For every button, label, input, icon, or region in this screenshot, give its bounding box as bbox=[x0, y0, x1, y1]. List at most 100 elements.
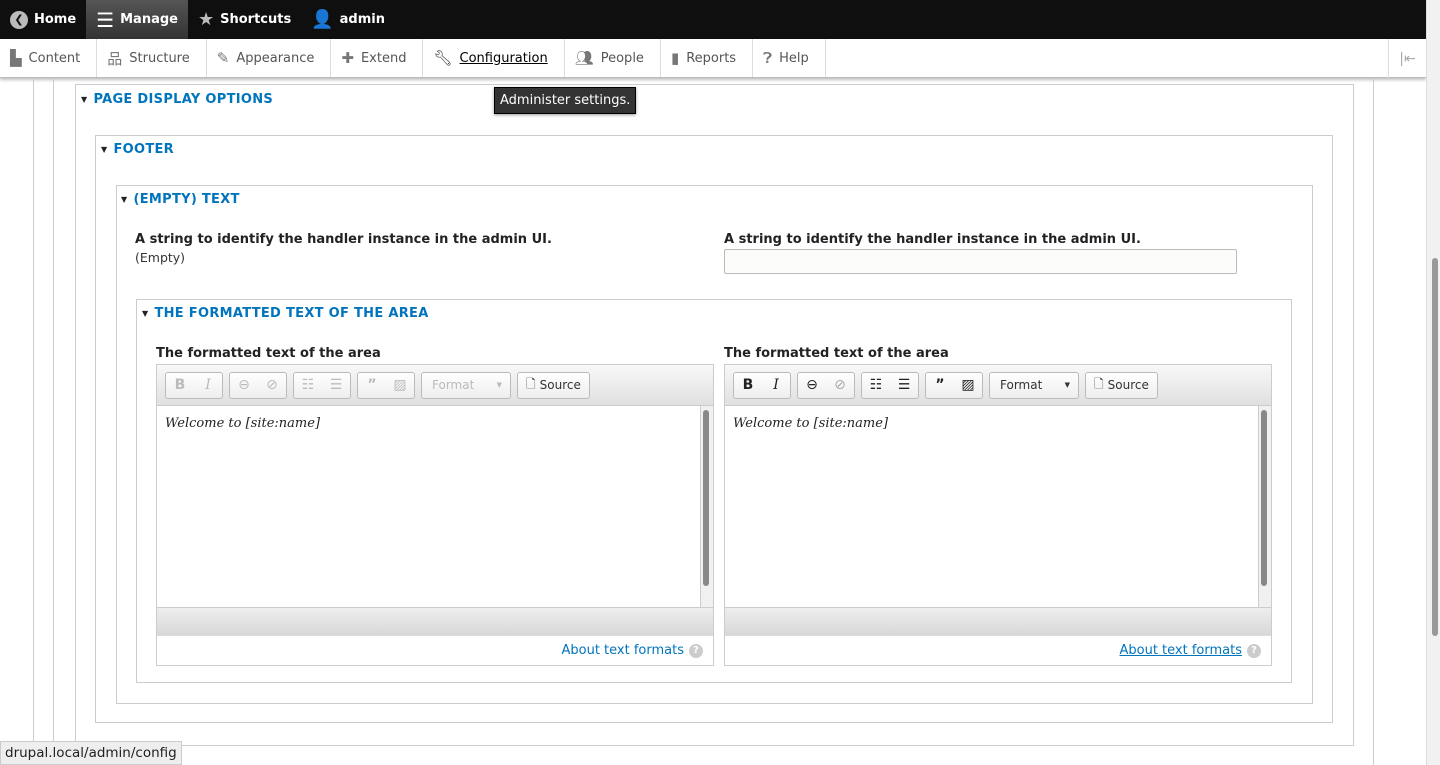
help-icon: ? bbox=[1247, 643, 1261, 658]
footer-toggle[interactable]: ▼ FOOTER bbox=[101, 142, 174, 157]
caret-down-icon: ▼ bbox=[81, 95, 88, 104]
home-link[interactable]: ❮ Home bbox=[0, 0, 86, 39]
toolbar-group: ” ▨ bbox=[925, 371, 983, 399]
tray-item-people[interactable]: 👥︎ People bbox=[565, 39, 661, 77]
numbered-list-icon[interactable]: ☰ bbox=[890, 377, 918, 393]
tray-label: Reports bbox=[686, 50, 737, 66]
tray-item-extend[interactable]: ✚ Extend bbox=[331, 39, 424, 77]
editor-label: The formatted text of the area bbox=[724, 346, 949, 361]
bold-icon[interactable]: B bbox=[166, 377, 194, 393]
tray-label: Extend bbox=[360, 50, 407, 66]
editor-scrollbar-thumb[interactable] bbox=[703, 410, 709, 586]
tray-item-help[interactable]: ❓︎ Help bbox=[753, 39, 826, 77]
tray-item-reports[interactable]: ▮ Reports bbox=[661, 39, 754, 77]
tray-label: Configuration bbox=[459, 50, 548, 66]
manage-tab[interactable]: ☰ Manage bbox=[86, 0, 188, 39]
link-icon[interactable]: ⊖ bbox=[798, 377, 826, 393]
scrollbar-thumb[interactable] bbox=[1432, 258, 1438, 636]
tray-label: Content bbox=[28, 50, 81, 66]
divider bbox=[53, 78, 54, 765]
collapse-tray-button[interactable]: |⇤ bbox=[1388, 39, 1426, 78]
unlink-icon[interactable]: ⊘ bbox=[826, 377, 854, 393]
toolbar-group: ☷ ☰ bbox=[293, 371, 351, 399]
link-status-bar: drupal.local/admin/config bbox=[0, 741, 182, 765]
bold-icon[interactable]: B bbox=[734, 377, 762, 393]
tray-label: Help bbox=[779, 50, 809, 66]
editor-scrollbar-thumb[interactable] bbox=[1261, 410, 1267, 586]
image-icon[interactable]: ▨ bbox=[954, 377, 982, 393]
user-label: admin bbox=[339, 12, 385, 27]
tray-item-structure[interactable]: 品 Structure bbox=[97, 39, 207, 77]
editor-content[interactable]: Welcome to [site:name] bbox=[157, 406, 713, 607]
italic-icon[interactable]: I bbox=[762, 377, 790, 393]
admin-label-value: (Empty) bbox=[135, 250, 186, 265]
bulleted-list-icon[interactable]: ☷ bbox=[862, 377, 890, 393]
help-icon: ? bbox=[689, 643, 703, 658]
source-button[interactable]: 🗋︎ Source bbox=[517, 371, 590, 399]
toolbar-group: BI bbox=[165, 371, 223, 399]
bulleted-list-icon[interactable]: ☷ bbox=[294, 377, 322, 393]
about-text-formats-link[interactable]: About text formats bbox=[1119, 643, 1242, 658]
bar-chart-icon: ▮ bbox=[670, 49, 680, 67]
tray-item-appearance[interactable]: ✎ Appearance bbox=[207, 39, 332, 77]
source-label: Source bbox=[539, 378, 581, 392]
format-label: Format bbox=[1000, 378, 1043, 392]
page-display-toggle[interactable]: ▼ PAGE DISPLAY OPTIONS bbox=[81, 92, 273, 107]
menu-icon: ☰ bbox=[96, 7, 115, 32]
shortcuts-tab[interactable]: ★ Shortcuts bbox=[188, 0, 301, 39]
empty-text-toggle[interactable]: ▼ (EMPTY) TEXT bbox=[121, 192, 240, 207]
wrench-icon: 🔧︎ bbox=[433, 49, 453, 67]
tray-label: Appearance bbox=[236, 50, 315, 66]
editor-label: The formatted text of the area bbox=[156, 346, 381, 361]
people-icon: 👥︎ bbox=[574, 49, 594, 67]
section-title: (EMPTY) TEXT bbox=[133, 192, 240, 207]
paintbrush-icon: ✎ bbox=[216, 49, 230, 67]
toolbar-group: BI bbox=[733, 371, 791, 399]
tray-item-configuration[interactable]: 🔧︎ Configuration bbox=[423, 39, 565, 77]
tray-item-content[interactable]: ▙ Content bbox=[0, 39, 98, 77]
numbered-list-icon[interactable]: ☰ bbox=[322, 377, 350, 393]
tray-label: Structure bbox=[129, 50, 190, 66]
toolbar-group: ” ▨ bbox=[357, 371, 415, 399]
blockquote-icon[interactable]: ” bbox=[358, 377, 386, 393]
about-formats: About text formats? bbox=[725, 635, 1271, 665]
toolbar-group: ⊖ ⊘ bbox=[229, 371, 287, 399]
about-text-formats-link[interactable]: About text formats bbox=[561, 643, 684, 658]
blockquote-icon[interactable]: ” bbox=[926, 377, 954, 393]
section-title: FOOTER bbox=[113, 142, 174, 157]
back-icon: ❮ bbox=[10, 10, 28, 29]
format-select[interactable]: Format ▼ bbox=[421, 371, 511, 399]
admin-label-input[interactable] bbox=[724, 249, 1237, 274]
editor-original: BI ⊖ ⊘ ☷ ☰ ” ▨ Format ▼ 🗋︎ Source Welcome to … bbox=[156, 364, 714, 666]
toolbar-group: ⊖ ⊘ bbox=[797, 371, 855, 399]
admin-toolbar: ❮ Home ☰ Manage ★ Shortcuts 👤 admin bbox=[0, 0, 1426, 39]
section-title: THE FORMATTED TEXT OF THE AREA bbox=[154, 306, 429, 321]
image-icon[interactable]: ▨ bbox=[386, 377, 414, 393]
page-scrollbar[interactable] bbox=[1426, 0, 1440, 765]
admin-label-heading: A string to identify the handler instanc… bbox=[135, 232, 552, 247]
star-icon: ★ bbox=[197, 9, 215, 30]
user-tab[interactable]: 👤 admin bbox=[301, 0, 395, 39]
dropdown-arrow-icon: ▼ bbox=[496, 381, 502, 389]
editor-statusbar bbox=[725, 607, 1271, 635]
divider bbox=[1373, 78, 1374, 765]
editor-toolbar: BI ⊖ ⊘ ☷ ☰ ” ▨ Format ▼ 🗋︎ Source bbox=[157, 365, 713, 406]
about-formats: About text formats? bbox=[157, 635, 713, 665]
link-icon[interactable]: ⊖ bbox=[230, 377, 258, 393]
tooltip: Administer settings. bbox=[494, 87, 637, 114]
file-icon: ▙ bbox=[10, 49, 22, 67]
format-select[interactable]: Format ▼ bbox=[989, 371, 1079, 399]
source-button[interactable]: 🗋︎ Source bbox=[1085, 371, 1158, 399]
help-icon: ❓︎ bbox=[763, 49, 773, 67]
editor-scrollbar[interactable] bbox=[700, 406, 713, 607]
tray-label: People bbox=[600, 50, 644, 66]
dropdown-arrow-icon: ▼ bbox=[1064, 381, 1070, 389]
unlink-icon[interactable]: ⊘ bbox=[258, 377, 286, 393]
italic-icon[interactable]: I bbox=[194, 377, 222, 393]
sitemap-icon: 品 bbox=[107, 49, 123, 68]
editor-content[interactable]: Welcome to [site:name] bbox=[725, 406, 1271, 607]
formatted-text-toggle[interactable]: ▼ THE FORMATTED TEXT OF THE AREA bbox=[142, 306, 429, 321]
puzzle-icon: ✚ bbox=[341, 49, 354, 67]
collapse-icon: |⇤ bbox=[1399, 50, 1416, 67]
editor-scrollbar[interactable] bbox=[1258, 406, 1271, 607]
